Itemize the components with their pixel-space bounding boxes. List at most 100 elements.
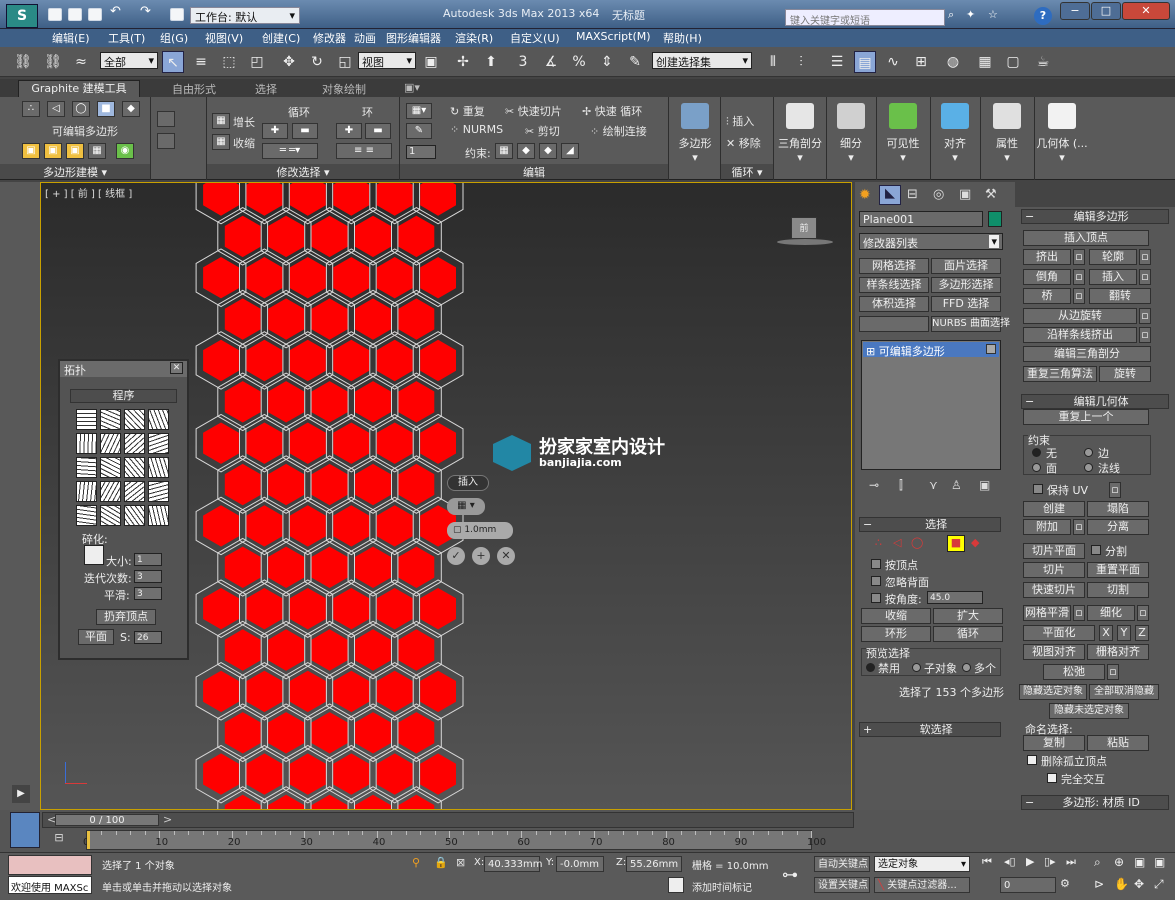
orbit-icon[interactable]: ✥ (1134, 877, 1144, 891)
planar-z-button[interactable]: Z (1135, 625, 1149, 641)
attach-button[interactable]: 附加 (1023, 519, 1071, 535)
time-next-icon[interactable]: > (163, 813, 172, 826)
modifier-list-dropdown[interactable]: 修改器列表 ▾ (859, 233, 1003, 250)
outline-settings-icon[interactable]: ▫ (1139, 249, 1151, 265)
hex-face[interactable] (246, 257, 283, 299)
constraint-none-icon[interactable]: ▦ (495, 143, 513, 159)
planar-x-button[interactable]: X (1099, 625, 1113, 641)
caddy-ok-icon[interactable]: ✓ (447, 547, 465, 565)
menu-edit[interactable]: 编辑(E) (52, 30, 90, 46)
extrude-spline-settings-icon[interactable]: ▫ (1139, 327, 1151, 343)
tab-object-paint[interactable]: 对象绘制 (322, 81, 366, 97)
ref-coord-dropdown[interactable]: 视图 ▾ (358, 52, 416, 69)
hex-face[interactable] (289, 670, 326, 713)
hex-face[interactable] (376, 422, 413, 464)
hex-face[interactable] (420, 422, 456, 464)
selected-dropdown[interactable]: 选定对象 ▾ (874, 856, 970, 872)
hex-face[interactable] (289, 257, 326, 299)
schematic-view-icon[interactable]: ⊞ (910, 51, 932, 73)
hex-face[interactable] (333, 588, 370, 630)
hex-face[interactable] (289, 753, 326, 795)
timeline-cursor[interactable] (87, 831, 90, 849)
hex-face[interactable] (376, 339, 413, 382)
hex-face[interactable] (224, 712, 261, 754)
topology-pattern-tile[interactable] (76, 505, 97, 526)
minimize-button[interactable]: − (1060, 2, 1090, 20)
relax-button[interactable]: 松弛 (1043, 664, 1105, 680)
grow-button[interactable]: 增长 (233, 114, 255, 130)
hex-face[interactable] (398, 381, 435, 423)
polygon-big-button[interactable]: 多边形 ▾ (672, 99, 718, 179)
menu-graph-editors[interactable]: 图形编辑器 (386, 30, 441, 46)
soft-selection-rollout[interactable]: + 软选择 (859, 722, 1001, 737)
constraint-none-radio[interactable] (1032, 448, 1041, 457)
pan-icon[interactable]: ✋ (1114, 877, 1129, 891)
menu-customize[interactable]: 自定义(U) (510, 30, 560, 46)
inset-settings-icon[interactable]: ▫ (1139, 269, 1151, 285)
menu-animation[interactable]: 动画 (354, 30, 376, 46)
hex-face[interactable] (420, 183, 456, 216)
empty-modifier-button[interactable] (859, 316, 929, 332)
time-tag-icon[interactable] (668, 877, 684, 893)
undo-icon[interactable]: ↶ (110, 4, 124, 19)
rendered-frame-icon[interactable]: ▢ (1002, 51, 1024, 73)
window-crossing-icon[interactable]: ◰ (246, 51, 268, 73)
object-name-field[interactable]: Plane001 (859, 211, 983, 227)
hex-face[interactable] (398, 298, 435, 340)
viewport-label[interactable]: [ + ] [ 前 ] [ 线框 ] (45, 185, 132, 200)
hide-selected-button[interactable]: 隐藏选定对象 (1019, 684, 1087, 700)
tessellate-settings-icon[interactable]: ▫ (1137, 605, 1149, 621)
hex-face[interactable] (268, 629, 305, 671)
hex-face[interactable] (246, 588, 283, 630)
viewcube[interactable]: 前 (777, 217, 833, 247)
slice-plane-button[interactable]: 切片平面 (1023, 543, 1085, 559)
hex-face[interactable] (203, 183, 239, 216)
caddy-mode-dropdown[interactable]: ▦ ▾ (447, 498, 485, 515)
hex-face[interactable] (333, 422, 370, 464)
hex-face[interactable] (355, 381, 391, 423)
zoom-icon[interactable]: ⌕ (1094, 855, 1101, 870)
make-planar-button[interactable]: 平面化 (1023, 625, 1095, 641)
fragment-swatch[interactable] (84, 545, 104, 565)
graphite-toggle-icon[interactable]: ▤ (854, 51, 876, 73)
material-id-rollout-title[interactable]: − 多边形: 材质 ID (1021, 795, 1169, 810)
hex-face[interactable] (289, 588, 326, 630)
add-time-tag[interactable]: 添加时间标记 (692, 879, 752, 894)
help-icon[interactable]: ? (1034, 7, 1052, 25)
polygon-mode-icon[interactable]: ■ (97, 101, 115, 117)
hex-face[interactable] (289, 183, 326, 216)
create-button[interactable]: 创建 (1023, 501, 1085, 517)
loop-options-icon[interactable]: ═ ═▾ (262, 143, 318, 159)
zoom-extents-icon[interactable]: ▣ (1134, 855, 1145, 869)
snap-toggle-icon[interactable]: 3 (512, 51, 534, 73)
preview-subobject-radio[interactable] (912, 663, 921, 672)
maximize-viewport-icon[interactable]: ⤢ (1154, 877, 1164, 892)
hex-face[interactable] (355, 298, 391, 340)
hex-face[interactable] (268, 298, 305, 340)
geometry-big-button[interactable]: 几何体 (... ▾ (1036, 99, 1088, 179)
select-object-icon[interactable]: ↖ (162, 51, 184, 73)
caddy-apply-icon[interactable]: + (472, 547, 490, 565)
save-file-icon[interactable] (88, 8, 102, 21)
hex-face[interactable] (333, 753, 370, 795)
hex-face[interactable] (246, 505, 283, 547)
menu-views[interactable]: 视图(V) (205, 30, 243, 46)
delete-iso-checkbox[interactable] (1027, 755, 1037, 765)
hex-face[interactable] (355, 463, 391, 506)
hex-face[interactable] (398, 215, 435, 258)
selection-rollout-title[interactable]: − 选择 (859, 517, 1001, 532)
modifier-stack[interactable]: ⊞ 可编辑多边形 (861, 340, 1001, 470)
curve-editor-icon[interactable]: ∿ (882, 51, 904, 73)
remove-mod-icon[interactable]: ♙ (951, 478, 962, 492)
copy-button[interactable]: 复制 (1023, 735, 1085, 751)
hex-face[interactable] (398, 463, 435, 506)
select-by-name-icon[interactable]: ≡ (190, 51, 212, 73)
outline-button[interactable]: 轮廓 (1089, 249, 1137, 265)
hex-face[interactable] (224, 546, 261, 588)
topology-pattern-tile[interactable] (148, 409, 169, 430)
preview-disabled-radio[interactable] (866, 663, 875, 672)
extrude-button[interactable]: 挤出 (1023, 249, 1071, 265)
bevel-settings-icon[interactable]: ▫ (1073, 269, 1085, 285)
ribbon-spinner[interactable]: 1 (406, 145, 436, 159)
viewcube-face[interactable]: 前 (791, 217, 817, 239)
